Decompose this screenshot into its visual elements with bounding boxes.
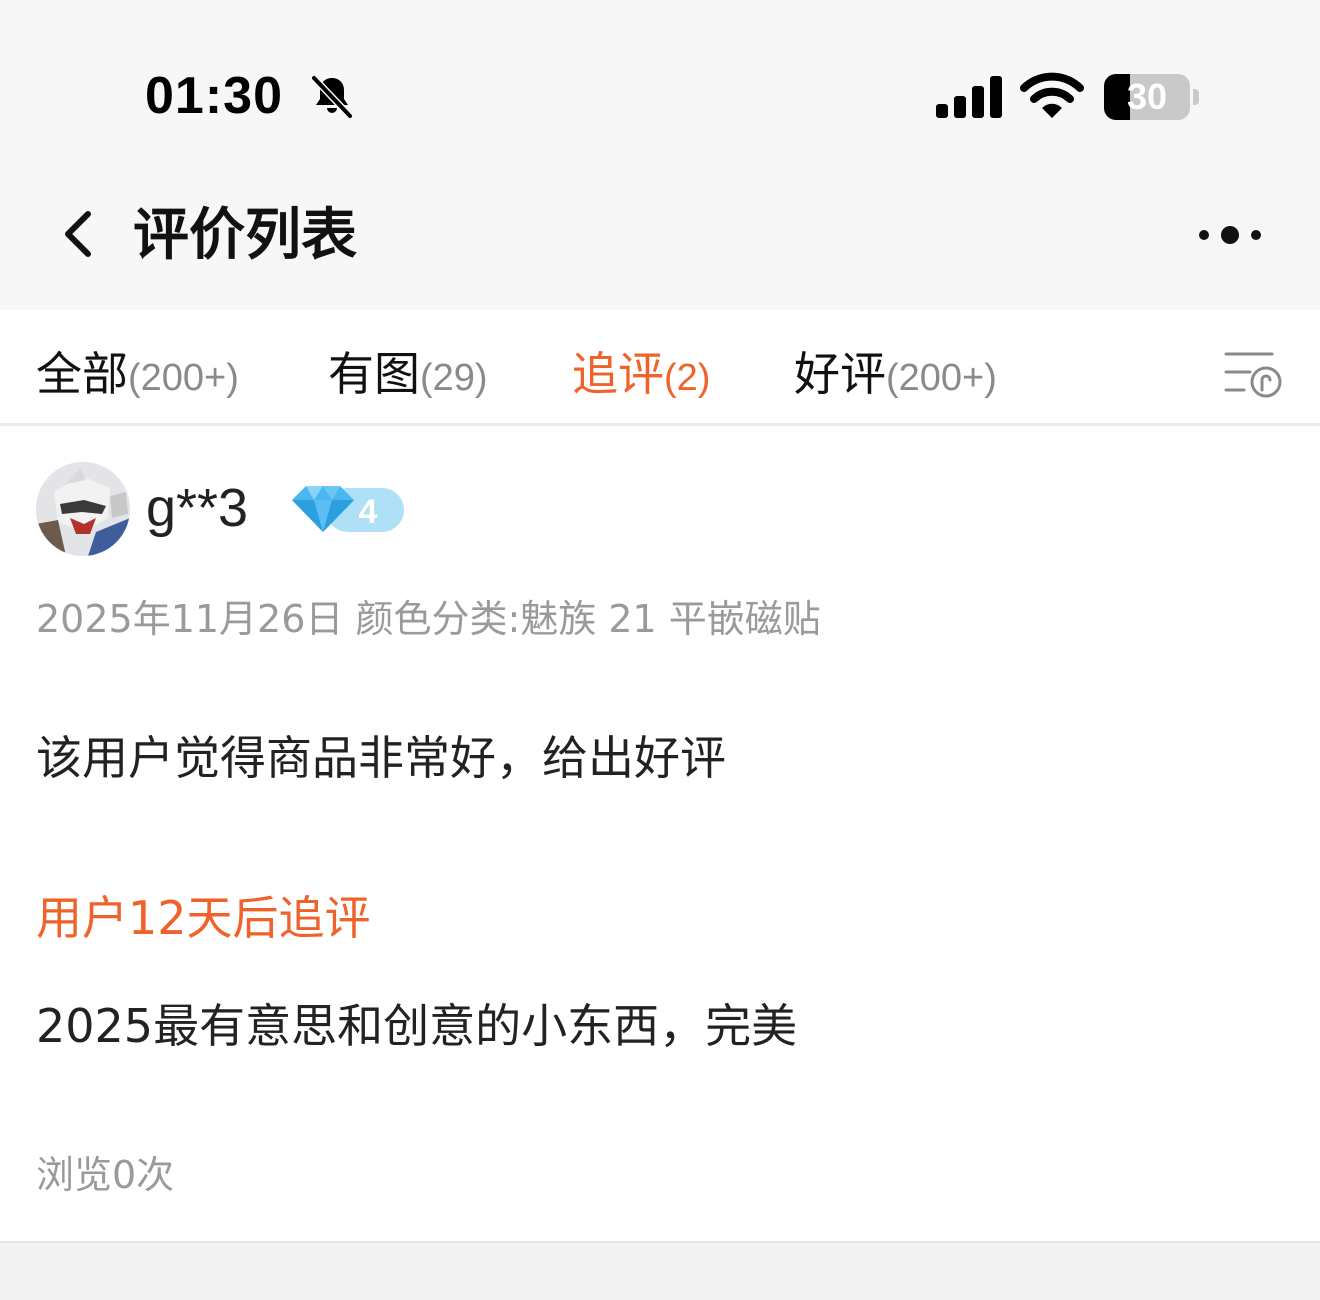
tab-positive[interactable]: 好评(200+): [794, 344, 997, 404]
battery-indicator: 30: [1104, 74, 1200, 120]
back-button[interactable]: [50, 204, 110, 264]
view-count: 浏览0次: [36, 1153, 175, 1197]
tab-label: 好评: [794, 347, 886, 401]
tab-label: 追评: [572, 347, 664, 401]
battery-level: 30: [1126, 76, 1168, 117]
bell-off-icon: [311, 75, 353, 119]
wifi-icon: [1020, 72, 1084, 118]
followup-text: 2025最有意思和创意的小东西，完美: [36, 999, 798, 1053]
nav-bar: 评价列表: [0, 190, 1320, 310]
page-title: 评价列表: [133, 203, 357, 268]
diamond-icon: 4: [292, 486, 404, 532]
review-item: g**3 4 2025年11月26日 颜色分类:魅族 21 平嵌磁贴 该用户觉得…: [0, 426, 1320, 1241]
user-avatar[interactable]: [36, 462, 130, 556]
review-meta: 2025年11月26日 颜色分类:魅族 21 平嵌磁贴: [36, 597, 821, 641]
battery-cap: [1193, 89, 1199, 105]
review-text: 该用户觉得商品非常好，给出好评: [36, 731, 726, 785]
sort-filter-icon[interactable]: [1222, 348, 1284, 400]
tab-label: 全部: [36, 347, 128, 401]
tab-all[interactable]: 全部(200+): [36, 344, 239, 404]
member-level-badge: 4: [288, 482, 406, 536]
tab-count: (200+): [128, 357, 239, 399]
status-time: 01:30: [145, 67, 283, 125]
tab-count: (2): [664, 357, 711, 399]
tab-count: (29): [420, 357, 488, 399]
signal-icon: [936, 76, 1002, 118]
member-level: 4: [359, 493, 378, 531]
tab-follow-up[interactable]: 追评(2): [572, 344, 710, 404]
tab-count: (200+): [886, 357, 997, 399]
followup-label: 用户12天后追评: [36, 891, 371, 945]
review-filter-tabs: 全部(200+) 有图(29) 追评(2) 好评(200+): [0, 310, 1320, 426]
tab-label: 有图: [328, 347, 420, 401]
list-separator: [0, 1241, 1320, 1300]
battery-body: 30: [1104, 74, 1190, 120]
more-options-button[interactable]: [1190, 212, 1270, 258]
username: g**3: [146, 478, 249, 538]
status-bar: 01:30 30: [0, 0, 1320, 190]
tab-with-images[interactable]: 有图(29): [328, 344, 488, 404]
